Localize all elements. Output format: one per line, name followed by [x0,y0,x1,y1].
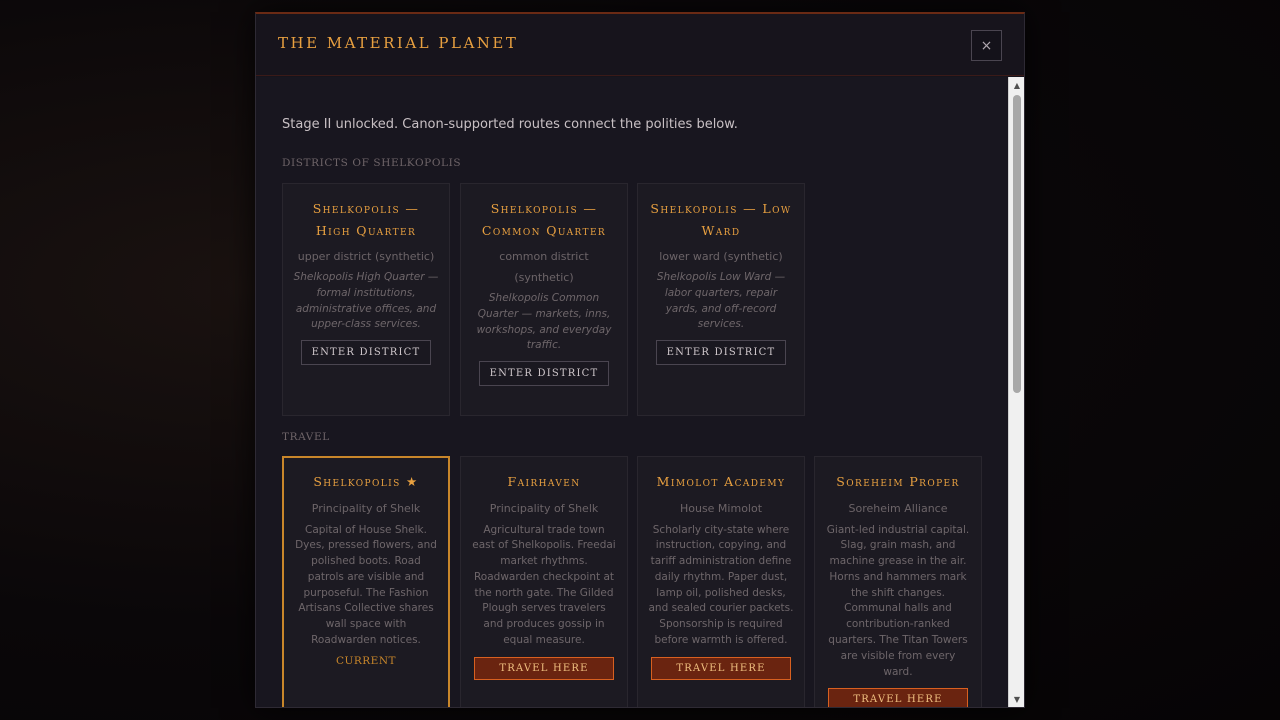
travel-modal: The Material Planet × Stage II unlocked.… [255,12,1025,708]
destination-card-current: Shelkopolis ★ Principality of Shelk Capi… [282,456,450,707]
district-subtitle: lower ward (synthetic) [659,250,783,263]
scroll-down-arrow-icon[interactable]: ▼ [1009,693,1024,707]
destination-description: Agricultural trade town east of Shelkopo… [472,523,616,647]
district-card: Shelkopolis — Low Ward lower ward (synth… [637,183,805,416]
district-description: Shelkopolis High Quarter — formal instit… [293,271,439,331]
modal-title: The Material Planet [278,34,519,52]
destination-card: Mimolot Academy House Mimolot Scholarly … [637,456,805,707]
district-title: Shelkopolis — Common Quarter [481,201,607,238]
current-location-badge: Current [335,654,397,667]
travel-section-label: Travel [282,431,330,443]
close-icon: × [980,37,993,54]
district-subtitle: upper district (synthetic) [297,250,435,263]
district-description: Shelkopolis Common Quarter — markets, in… [476,292,612,352]
travel-here-button[interactable]: Travel Here [828,688,968,707]
modal-header: The Material Planet × [256,14,1024,76]
destination-title: Shelkopolis ★ [313,474,419,489]
scroll-up-arrow-icon[interactable]: ▲ [1009,79,1024,93]
destination-card: Soreheim Proper Soreheim Alliance Giant-… [814,456,982,707]
destination-title: Fairhaven [507,474,581,489]
district-description: Shelkopolis Low Ward — labor quarters, r… [656,271,786,331]
enter-district-button[interactable]: Enter District [655,340,787,366]
district-card: Shelkopolis — Common Quarter common dist… [460,183,628,416]
destination-description: Capital of House Shelk. Dyes, pressed fl… [295,523,437,647]
destination-card: Fairhaven Principality of Shelk Agricult… [460,456,628,707]
districts-section-label: Districts of Shelkopolis [282,157,462,169]
destination-polity: House Mimolot [679,501,763,515]
destination-polity: Principality of Shelk [311,501,421,515]
travel-here-button[interactable]: Travel Here [474,656,614,680]
enter-district-button[interactable]: Enter District [300,340,432,366]
destination-polity: Principality of Shelk [489,501,599,515]
district-card: Shelkopolis — High Quarter upper distric… [282,183,450,416]
destination-polity: Soreheim Alliance [848,501,948,515]
destination-description: Scholarly city-state where instruction, … [648,523,794,647]
intro-text: Stage II unlocked. Canon-supported route… [282,117,738,132]
travel-here-button[interactable]: Travel Here [651,656,791,680]
destination-description: Giant-led industrial capital. Slag, grai… [826,523,970,678]
destination-title: Mimolot Academy [656,474,786,489]
destination-title: Soreheim Proper [836,474,960,489]
district-subtitle: common district (synthetic) [499,250,589,284]
close-button[interactable]: × [971,30,1002,61]
modal-content[interactable]: Stage II unlocked. Canon-supported route… [256,77,1008,707]
district-title: Shelkopolis — High Quarter [312,201,420,238]
modal-scrollbar[interactable]: ▲ ▼ [1008,77,1024,707]
scroll-thumb[interactable] [1013,95,1021,393]
enter-district-button[interactable]: Enter District [478,361,610,387]
district-title: Shelkopolis — Low Ward [650,201,792,238]
